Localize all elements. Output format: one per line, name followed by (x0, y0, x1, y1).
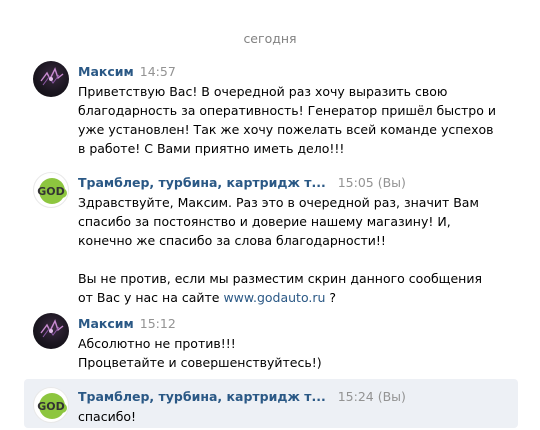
god-logo-icon: GOD (37, 393, 67, 419)
message-line: от Вас у нас на сайте www.godauto.ru ? (78, 288, 482, 307)
message-line: спасибо за постоянство и доверие нашему … (78, 214, 451, 229)
message-line: уже установлен! Так же хочу пожелать все… (78, 122, 494, 137)
avatar-image-icon (40, 319, 64, 338)
message-line: спасибо! (78, 409, 137, 424)
avatar[interactable] (33, 313, 69, 349)
message-line: Вы не против, если мы разместим скрин да… (78, 271, 482, 286)
message-header: Трамблер, турбина, картридж т... 15:05 (В… (78, 174, 406, 192)
god-logo-icon: GOD (37, 178, 67, 204)
message-time[interactable]: 15:24 (Вы) (338, 389, 406, 404)
message-line: Процветайте и совершенствуйтесь!) (78, 355, 322, 370)
message-text-span: ? (325, 290, 337, 305)
message-line: Абсолютно не против!!! (78, 336, 236, 351)
author-name[interactable]: Трамблер, турбина, картридж т... (78, 389, 326, 404)
message-item: Максим 14:57 Приветствую Вас! В очередной… (24, 58, 518, 158)
author-name[interactable]: Максим (78, 64, 134, 79)
message-header: Трамблер, турбина, картридж т... 15:24 (В… (78, 388, 406, 406)
message-text-span: от Вас у нас на сайте (78, 290, 224, 305)
message-text: Приветствую Вас! В очередной раз хочу вы… (78, 82, 496, 158)
message-line: Здравствуйте, Максим. Раз это в очередно… (78, 195, 479, 210)
avatar[interactable]: GOD (33, 387, 69, 423)
author-name[interactable]: Максим (78, 316, 134, 331)
message-header: Максим 14:57 (78, 63, 176, 81)
god-logo-text: GOD (37, 400, 65, 413)
avatar[interactable] (33, 61, 69, 97)
message-line: в работе! С Вами приятно иметь дело!!! (78, 141, 345, 156)
message-line: конечно же спасибо за слова благодарност… (78, 233, 386, 248)
author-name[interactable]: Трамблер, турбина, картридж т... (78, 175, 326, 190)
message-time[interactable]: 14:57 (140, 64, 176, 79)
message-text: Здравствуйте, Максим. Раз это в очередно… (78, 193, 482, 307)
message-time[interactable]: 15:05 (Вы) (338, 175, 406, 190)
message-item-highlighted: GOD Трамблер, турбина, картридж т... 15:2… (24, 379, 518, 428)
message-item: Максим 15:12 Абсолютно не против!!! Процв… (24, 310, 518, 370)
avatar[interactable]: GOD (33, 172, 69, 208)
message-line: благодарность за оперативность! Генерато… (78, 103, 496, 118)
message-item: GOD Трамблер, турбина, картридж т... 15:0… (24, 169, 518, 305)
message-text: спасибо! (78, 407, 136, 426)
message-text: Абсолютно не против!!! Процветайте и сов… (78, 334, 322, 372)
message-time[interactable]: 15:12 (140, 316, 176, 331)
god-logo-text: GOD (37, 185, 65, 198)
message-header: Максим 15:12 (78, 315, 176, 333)
date-separator: сегодня (243, 31, 297, 46)
avatar-image-icon (40, 67, 64, 86)
website-link[interactable]: www.godauto.ru (223, 290, 325, 305)
message-line: Приветствую Вас! В очередной раз хочу вы… (78, 84, 448, 99)
